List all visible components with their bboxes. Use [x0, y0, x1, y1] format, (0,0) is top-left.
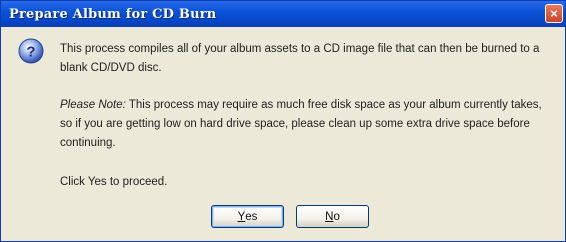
dialog-title: Prepare Album for CD Burn — [9, 6, 217, 22]
dialog-window: Prepare Album for CD Burn × ? This proce… — [0, 0, 566, 242]
close-button[interactable]: × — [545, 4, 563, 23]
no-accelerator: N — [325, 210, 334, 223]
no-button[interactable]: No — [296, 205, 369, 228]
note-label: Please Note: — [60, 99, 126, 111]
yes-label: es — [245, 210, 258, 223]
note-paragraph: Please Note: This process may require as… — [60, 96, 555, 153]
message-paragraph: This process compiles all of your album … — [60, 43, 540, 74]
yes-button[interactable]: Yes — [211, 205, 284, 228]
title-bar[interactable]: Prepare Album for CD Burn × — [1, 1, 565, 27]
proceed-prompt: Click Yes to proceed. — [60, 176, 168, 188]
message-text: This process compiles all of your album … — [60, 40, 555, 192]
no-label: o — [333, 210, 340, 223]
button-row: Yes No — [211, 205, 369, 228]
note-text: This process may require as much free di… — [60, 99, 542, 149]
yes-accelerator: Y — [237, 210, 246, 223]
close-icon: × — [550, 6, 558, 21]
question-icon: ? — [18, 38, 44, 64]
svg-text:?: ? — [26, 44, 35, 61]
